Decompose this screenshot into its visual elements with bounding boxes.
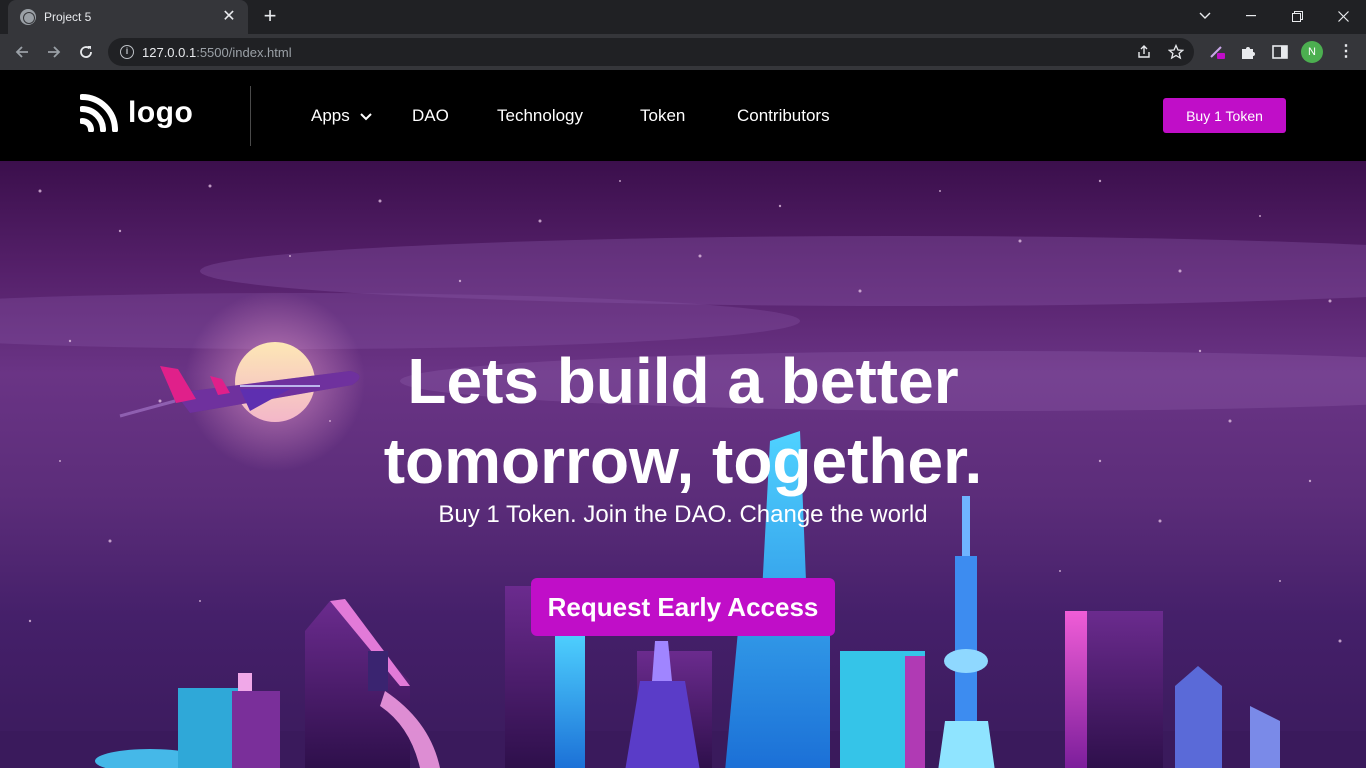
arrow-right-icon	[48, 46, 61, 58]
browser-tab[interactable]: Project 5 ✕	[8, 0, 248, 34]
buy-token-button[interactable]: Buy 1 Token	[1163, 98, 1286, 133]
more-menu-icon[interactable]: ⋮	[1338, 42, 1354, 62]
site-logo[interactable]: logo	[80, 94, 193, 132]
reload-icon	[80, 46, 92, 58]
browser-toolbar: i 127.0.0.1:5500/index.html N ⋮	[0, 34, 1366, 70]
address-bar[interactable]: i 127.0.0.1:5500/index.html	[108, 38, 1194, 66]
extensions-puzzle-icon[interactable]	[1239, 43, 1257, 61]
logo-text: logo	[128, 96, 194, 129]
new-tab-button[interactable]: +	[259, 5, 281, 27]
chevron-down-icon	[360, 113, 373, 121]
tab-search-icon[interactable]	[1182, 0, 1228, 32]
nav-contributors[interactable]: Contributors	[737, 106, 830, 126]
profile-avatar[interactable]: N	[1301, 41, 1323, 63]
nav-token[interactable]: Token	[640, 106, 685, 126]
minimize-button[interactable]	[1228, 0, 1274, 32]
nav-technology[interactable]: Technology	[497, 106, 583, 126]
extension-pen-icon[interactable]	[1208, 43, 1226, 61]
tab-title: Project 5	[44, 10, 92, 24]
headline-line-2: tomorrow, together.	[383, 425, 983, 497]
nav-apps[interactable]: Apps	[311, 106, 373, 126]
url-host: 127.0.0.1	[142, 44, 197, 60]
restore-button[interactable]	[1274, 0, 1320, 32]
headline-line-1: Lets build a better	[407, 345, 959, 417]
hero-section: Lets build a better tomorrow, together. …	[0, 161, 1366, 768]
browser-tab-strip: Project 5 ✕ +	[0, 0, 1366, 34]
hero-subheadline: Buy 1 Token. Join the DAO. Change the wo…	[438, 501, 928, 528]
hero-headline: Lets build a better tomorrow, together.	[0, 341, 1366, 501]
back-button[interactable]	[9, 39, 35, 65]
rss-logo-icon	[80, 94, 118, 132]
web-page: logo Apps DAO Technology Token Contribut…	[0, 70, 1366, 768]
nav-apps-label: Apps	[311, 106, 350, 125]
close-window-button[interactable]	[1320, 0, 1366, 32]
side-panel-icon[interactable]	[1271, 43, 1289, 61]
url-path: :5500/index.html	[196, 44, 292, 60]
globe-icon	[20, 9, 36, 25]
forward-button[interactable]	[41, 39, 67, 65]
close-icon[interactable]: ✕	[220, 8, 238, 26]
arrow-left-icon	[15, 46, 28, 58]
share-icon[interactable]	[1136, 44, 1152, 60]
bookmark-star-icon[interactable]	[1168, 44, 1184, 60]
request-early-access-button[interactable]: Request Early Access	[531, 578, 835, 636]
info-icon[interactable]: i	[120, 45, 134, 59]
reload-button[interactable]	[73, 39, 99, 65]
nav-dao[interactable]: DAO	[412, 106, 449, 126]
header-divider	[250, 86, 251, 146]
site-header: logo Apps DAO Technology Token Contribut…	[0, 70, 1366, 161]
